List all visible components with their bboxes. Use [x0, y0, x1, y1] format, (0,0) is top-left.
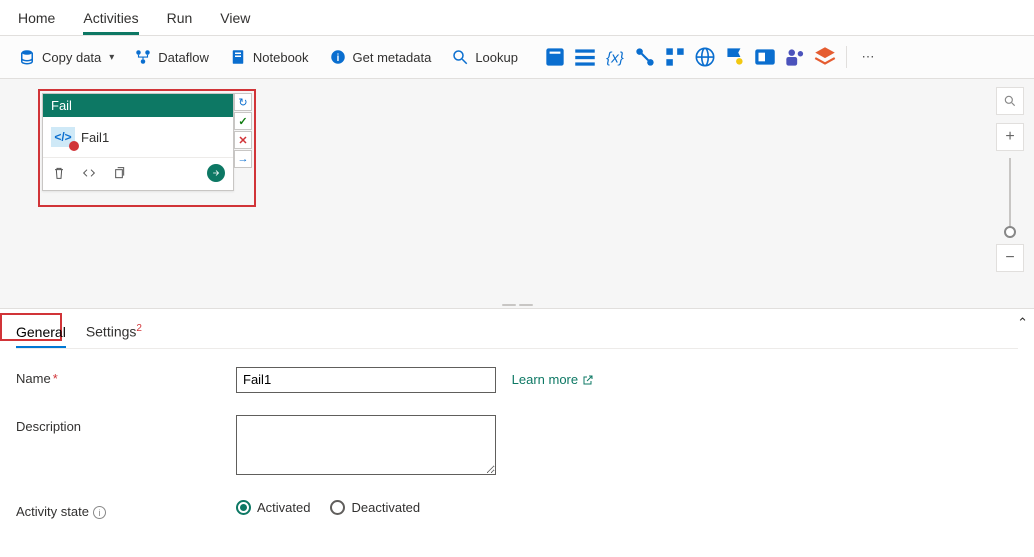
- port-loop-icon[interactable]: ↻: [234, 93, 252, 111]
- activity-name-label: Fail1: [81, 130, 109, 145]
- settings-tab-label: Settings: [86, 324, 137, 340]
- activity-detail-panel: General Settings2 ⌃ Name* Learn more Des…: [0, 309, 1034, 557]
- code-icon[interactable]: [81, 165, 97, 181]
- fail-activity-icon: </>: [51, 127, 75, 147]
- radio-deactivated[interactable]: Deactivated: [330, 500, 420, 515]
- delete-icon[interactable]: [51, 165, 67, 181]
- zoom-thumb[interactable]: [1004, 226, 1016, 238]
- collapse-panel-icon[interactable]: ⌃: [1011, 309, 1034, 337]
- detail-tab-settings[interactable]: Settings2: [86, 317, 142, 348]
- script-icon[interactable]: [542, 44, 568, 70]
- port-skip-icon[interactable]: →: [234, 150, 252, 168]
- port-success-icon[interactable]: ✓: [234, 112, 252, 130]
- svg-text:{x}: {x}: [606, 49, 624, 66]
- info-icon: i: [329, 48, 347, 66]
- run-activity-icon[interactable]: [207, 164, 225, 182]
- database-icon: [18, 48, 36, 66]
- notebook-button[interactable]: Notebook: [221, 44, 317, 70]
- clone-icon[interactable]: [111, 165, 127, 181]
- notebook-label: Notebook: [253, 50, 309, 65]
- top-tab-run[interactable]: Run: [167, 6, 193, 35]
- canvas-search-icon[interactable]: [996, 87, 1024, 115]
- lookup-button[interactable]: Lookup: [443, 44, 526, 70]
- learn-more-link[interactable]: Learn more: [512, 372, 594, 387]
- settings-badge: 2: [136, 323, 142, 334]
- activity-port-panel: ↻ ✓ ✕ →: [234, 93, 252, 169]
- outlook-icon[interactable]: [752, 44, 778, 70]
- variable-icon[interactable]: {x}: [602, 44, 628, 70]
- radio-activated-icon: [236, 500, 251, 515]
- flag-icon[interactable]: [722, 44, 748, 70]
- teams-icon[interactable]: [782, 44, 808, 70]
- description-input[interactable]: [236, 415, 496, 475]
- pipeline-icon[interactable]: [632, 44, 658, 70]
- radio-activated-label: Activated: [257, 500, 310, 515]
- globe-icon[interactable]: [692, 44, 718, 70]
- name-label: Name*: [16, 367, 236, 386]
- zoom-out-button[interactable]: −: [996, 244, 1024, 272]
- get-metadata-label: Get metadata: [353, 50, 432, 65]
- pipeline-canvas[interactable]: Fail </> Fail1 ↻ ✓ ✕ → + −: [0, 79, 1034, 309]
- dataflow-button[interactable]: Dataflow: [126, 44, 217, 70]
- detail-tab-general[interactable]: General: [16, 318, 66, 348]
- toolbar-divider: [846, 46, 847, 68]
- external-link-icon: [582, 374, 594, 386]
- activity-state-label: Activity statei: [16, 500, 236, 520]
- copy-data-label: Copy data: [42, 50, 101, 65]
- copy-data-button[interactable]: Copy data ▾: [10, 44, 122, 70]
- chevron-down-icon: ▾: [109, 52, 114, 63]
- zoom-slider[interactable]: [1009, 158, 1011, 238]
- port-fail-icon[interactable]: ✕: [234, 131, 252, 149]
- get-metadata-button[interactable]: i Get metadata: [321, 44, 440, 70]
- radio-deactivated-icon: [330, 500, 345, 515]
- more-icon[interactable]: ⋯: [855, 44, 881, 70]
- top-tab-view[interactable]: View: [220, 6, 250, 35]
- lookup-label: Lookup: [475, 50, 518, 65]
- layers-icon[interactable]: [812, 44, 838, 70]
- name-input[interactable]: [236, 367, 496, 393]
- activities-toolbar: Copy data ▾ Dataflow Notebook i Get meta…: [0, 36, 1034, 79]
- dataflow-icon: [134, 48, 152, 66]
- description-label: Description: [16, 415, 236, 434]
- notebook-icon: [229, 48, 247, 66]
- svg-text:i: i: [336, 53, 339, 64]
- list-icon[interactable]: [572, 44, 598, 70]
- panel-resize-grabber[interactable]: [500, 302, 534, 308]
- radio-deactivated-label: Deactivated: [351, 500, 420, 515]
- zoom-in-button[interactable]: +: [996, 123, 1024, 151]
- form-icon[interactable]: [662, 44, 688, 70]
- activity-card[interactable]: Fail </> Fail1: [42, 93, 234, 191]
- info-icon[interactable]: i: [93, 506, 106, 519]
- dataflow-label: Dataflow: [158, 50, 209, 65]
- canvas-zoom-control: + −: [996, 87, 1024, 273]
- activity-type-label: Fail: [43, 94, 233, 117]
- search-icon: [451, 48, 469, 66]
- top-tab-activities[interactable]: Activities: [83, 6, 138, 35]
- radio-activated[interactable]: Activated: [236, 500, 310, 515]
- top-tab-home[interactable]: Home: [18, 6, 55, 35]
